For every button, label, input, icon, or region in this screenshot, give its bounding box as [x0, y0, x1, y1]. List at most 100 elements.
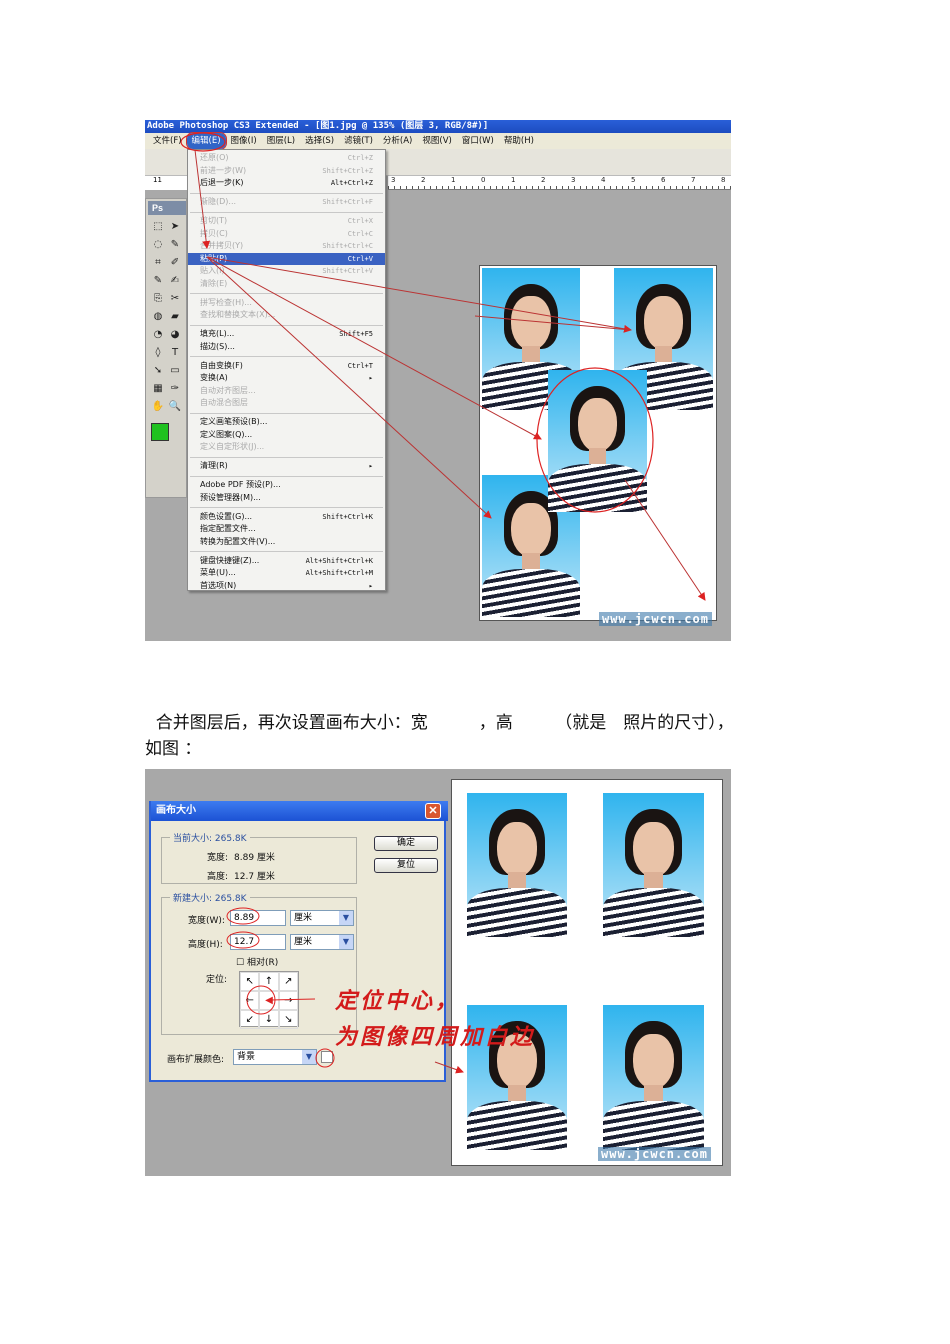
menu-item[interactable]: 还原(O) Ctrl+Z — [188, 152, 385, 165]
menu-item[interactable]: 自动对齐图层... — [188, 385, 385, 398]
tool-icon[interactable]: ◔ — [151, 329, 165, 341]
tool-icon[interactable]: ✑ — [168, 383, 182, 395]
menu-4[interactable]: 选择(S) — [300, 133, 339, 149]
tool-icon[interactable]: ✐ — [168, 257, 182, 269]
tool-icon[interactable]: ◕ — [168, 329, 182, 341]
menu-item-label: 查找和替换文本(X)... — [200, 310, 276, 319]
menu-item-label: 填充(L)... — [200, 329, 235, 338]
menu-item[interactable]: 拼写检查(H)... — [188, 297, 385, 310]
ruler-left: 11 — [145, 176, 187, 190]
tool-icon[interactable]: ✍ — [168, 275, 182, 287]
tool-icon[interactable]: 🔍 — [168, 401, 182, 413]
menu-item[interactable]: 后退一步(K) Alt+Ctrl+Z — [188, 177, 385, 190]
tool-icon[interactable]: ✋ — [151, 401, 165, 413]
tool-icon[interactable]: ◌ — [151, 239, 165, 251]
extension-color-select[interactable]: 背景 ▼ — [233, 1049, 317, 1065]
menu-item[interactable]: 键盘快捷键(Z)... Alt+Shift+Ctrl+K — [188, 555, 385, 568]
height-unit-select[interactable]: 厘米 ▼ — [290, 934, 354, 950]
menu-item[interactable]: 贴入(I) Shift+Ctrl+V — [188, 265, 385, 278]
menu-item[interactable]: 拷贝(C) Ctrl+C — [188, 228, 385, 241]
tool-icon[interactable]: ➤ — [168, 221, 182, 233]
menu-item[interactable]: 转换为配置文件(V)... — [188, 536, 385, 549]
menu-6[interactable]: 分析(A) — [378, 133, 417, 149]
tool-icon[interactable]: T — [168, 347, 182, 359]
relative-checkbox[interactable]: ☐ 相对(R) — [236, 955, 278, 968]
menu-item[interactable]: 渐隐(D)... Shift+Ctrl+F — [188, 196, 385, 209]
close-button[interactable]: ✕ — [425, 803, 441, 819]
watermark: www.jcwcn.com — [598, 1147, 711, 1161]
tool-icon[interactable]: ▦ — [151, 383, 165, 395]
menu-1[interactable]: 编辑(E) — [185, 132, 227, 150]
foreground-color-swatch[interactable] — [151, 423, 169, 441]
current-width-label: 宽度: — [207, 853, 229, 863]
width-unit-select[interactable]: 厘米 ▼ — [290, 910, 354, 926]
width-input[interactable]: 8.89 — [230, 910, 286, 926]
menu-item[interactable]: 查找和替换文本(X)... — [188, 309, 385, 322]
canvas-size-dialog-screenshot: www.jcwcn.com 画布大小 ✕ 当前大小: 265.8K 宽度: 8.… — [145, 769, 731, 1176]
menu-5[interactable]: 滤镜(T) — [339, 133, 378, 149]
arrow-sw-icon[interactable]: ↙ — [240, 1010, 260, 1029]
menu-separator — [188, 190, 385, 197]
tool-icon[interactable]: ◊ — [151, 347, 165, 359]
ruler-tick: 4 — [601, 176, 606, 184]
arrow-s-icon[interactable]: ↓ — [259, 1010, 279, 1029]
menu-item[interactable]: 菜单(U)... Alt+Shift+Ctrl+M — [188, 567, 385, 580]
chevron-down-icon: ▼ — [339, 911, 353, 925]
menu-item[interactable]: 颜色设置(G)... Shift+Ctrl+K — [188, 511, 385, 524]
edit-menu-dropdown: 还原(O) Ctrl+Z 前进一步(W) Shift+Ctrl+Z 后退一步(K) Alt… — [187, 149, 386, 591]
menu-item[interactable]: 填充(L)... Shift+F5 — [188, 328, 385, 341]
menu-item[interactable]: Adobe PDF 预设(P)... — [188, 479, 385, 492]
anchor-center[interactable]: ◀ — [259, 991, 279, 1010]
menu-item-label: 拷贝(C) — [200, 228, 228, 238]
tool-icon[interactable]: ◍ — [151, 311, 165, 323]
menu-9[interactable]: 帮助(H) — [499, 133, 539, 149]
arrow-n-icon[interactable]: ↑ — [259, 972, 279, 991]
color-swatch[interactable] — [321, 1051, 333, 1063]
arrow-w-icon[interactable]: ← — [240, 991, 260, 1010]
menu-item[interactable]: 定义自定形状(J)... — [188, 441, 385, 454]
arrow-se-icon[interactable]: ↘ — [278, 1010, 298, 1029]
menu-0[interactable]: 文件(F) — [148, 133, 187, 149]
ok-button[interactable]: 确定 — [374, 836, 438, 851]
menu-8[interactable]: 窗口(W) — [457, 133, 499, 149]
menu-item[interactable]: 自动混合图层 — [188, 397, 385, 410]
menu-item-shortcut: Ctrl+C — [347, 229, 373, 238]
menu-3[interactable]: 图层(L) — [262, 133, 300, 149]
tool-icon[interactable]: ▰ — [168, 311, 182, 323]
menu-item[interactable]: 剪切(T) Ctrl+X — [188, 215, 385, 228]
menu-item[interactable]: 描边(S)... — [188, 341, 385, 354]
menu-item[interactable]: 定义图案(Q)... — [188, 429, 385, 442]
tool-icon[interactable]: ⌗ — [151, 257, 165, 269]
menu-item-label: 首选项(N) — [200, 580, 237, 590]
tool-icon[interactable]: ✎ — [151, 275, 165, 287]
menu-item-shortcut: Alt+Ctrl+Z — [330, 179, 373, 187]
menu-item-shortcut: ▸ — [368, 462, 373, 470]
chevron-down-icon: ▼ — [339, 935, 353, 949]
menu-item[interactable]: 指定配置文件... — [188, 523, 385, 536]
menu-item[interactable]: 前进一步(W) Shift+Ctrl+Z — [188, 165, 385, 178]
menu-7[interactable]: 视图(V) — [417, 133, 456, 149]
height-input[interactable]: 12.7 — [230, 934, 286, 950]
menu-item[interactable]: 预设管理器(M)... — [188, 492, 385, 505]
menu-item[interactable]: 清理(R) ▸ — [188, 460, 385, 473]
tool-icon[interactable]: ✂ — [168, 293, 182, 305]
menu-item[interactable]: 定义画笔预设(B)... — [188, 416, 385, 429]
menu-item[interactable]: 合并拷贝(Y) Shift+Ctrl+C — [188, 240, 385, 253]
menu-item[interactable]: 首选项(N) ▸ — [188, 580, 385, 593]
tool-icon[interactable]: ➘ — [151, 365, 165, 377]
tool-icon[interactable]: ⎘ — [151, 293, 165, 305]
menu-item[interactable]: 自由变换(F) Ctrl+T — [188, 360, 385, 373]
menu-item[interactable]: 粘贴(P) Ctrl+V — [188, 252, 385, 265]
arrow-e-icon[interactable]: → — [278, 991, 298, 1010]
reset-button[interactable]: 复位 — [374, 858, 438, 873]
menu-item[interactable]: 清除(E) — [188, 278, 385, 291]
tool-icon[interactable]: ✎ — [168, 239, 182, 251]
arrow-nw-icon[interactable]: ↖ — [240, 972, 260, 991]
menu-2[interactable]: 图像(I) — [226, 133, 262, 149]
arrow-ne-icon[interactable]: ↗ — [278, 972, 298, 991]
menu-item[interactable]: 变换(A) ▸ — [188, 372, 385, 385]
tool-icon[interactable]: ▭ — [168, 365, 182, 377]
tool-icon[interactable]: ⬚ — [151, 221, 165, 233]
menu-item-label: 变换(A) — [200, 373, 228, 382]
anchor-grid[interactable]: ↖ ↑ ↗ ← ◀ → ↙ ↓ ↘ — [239, 971, 299, 1029]
